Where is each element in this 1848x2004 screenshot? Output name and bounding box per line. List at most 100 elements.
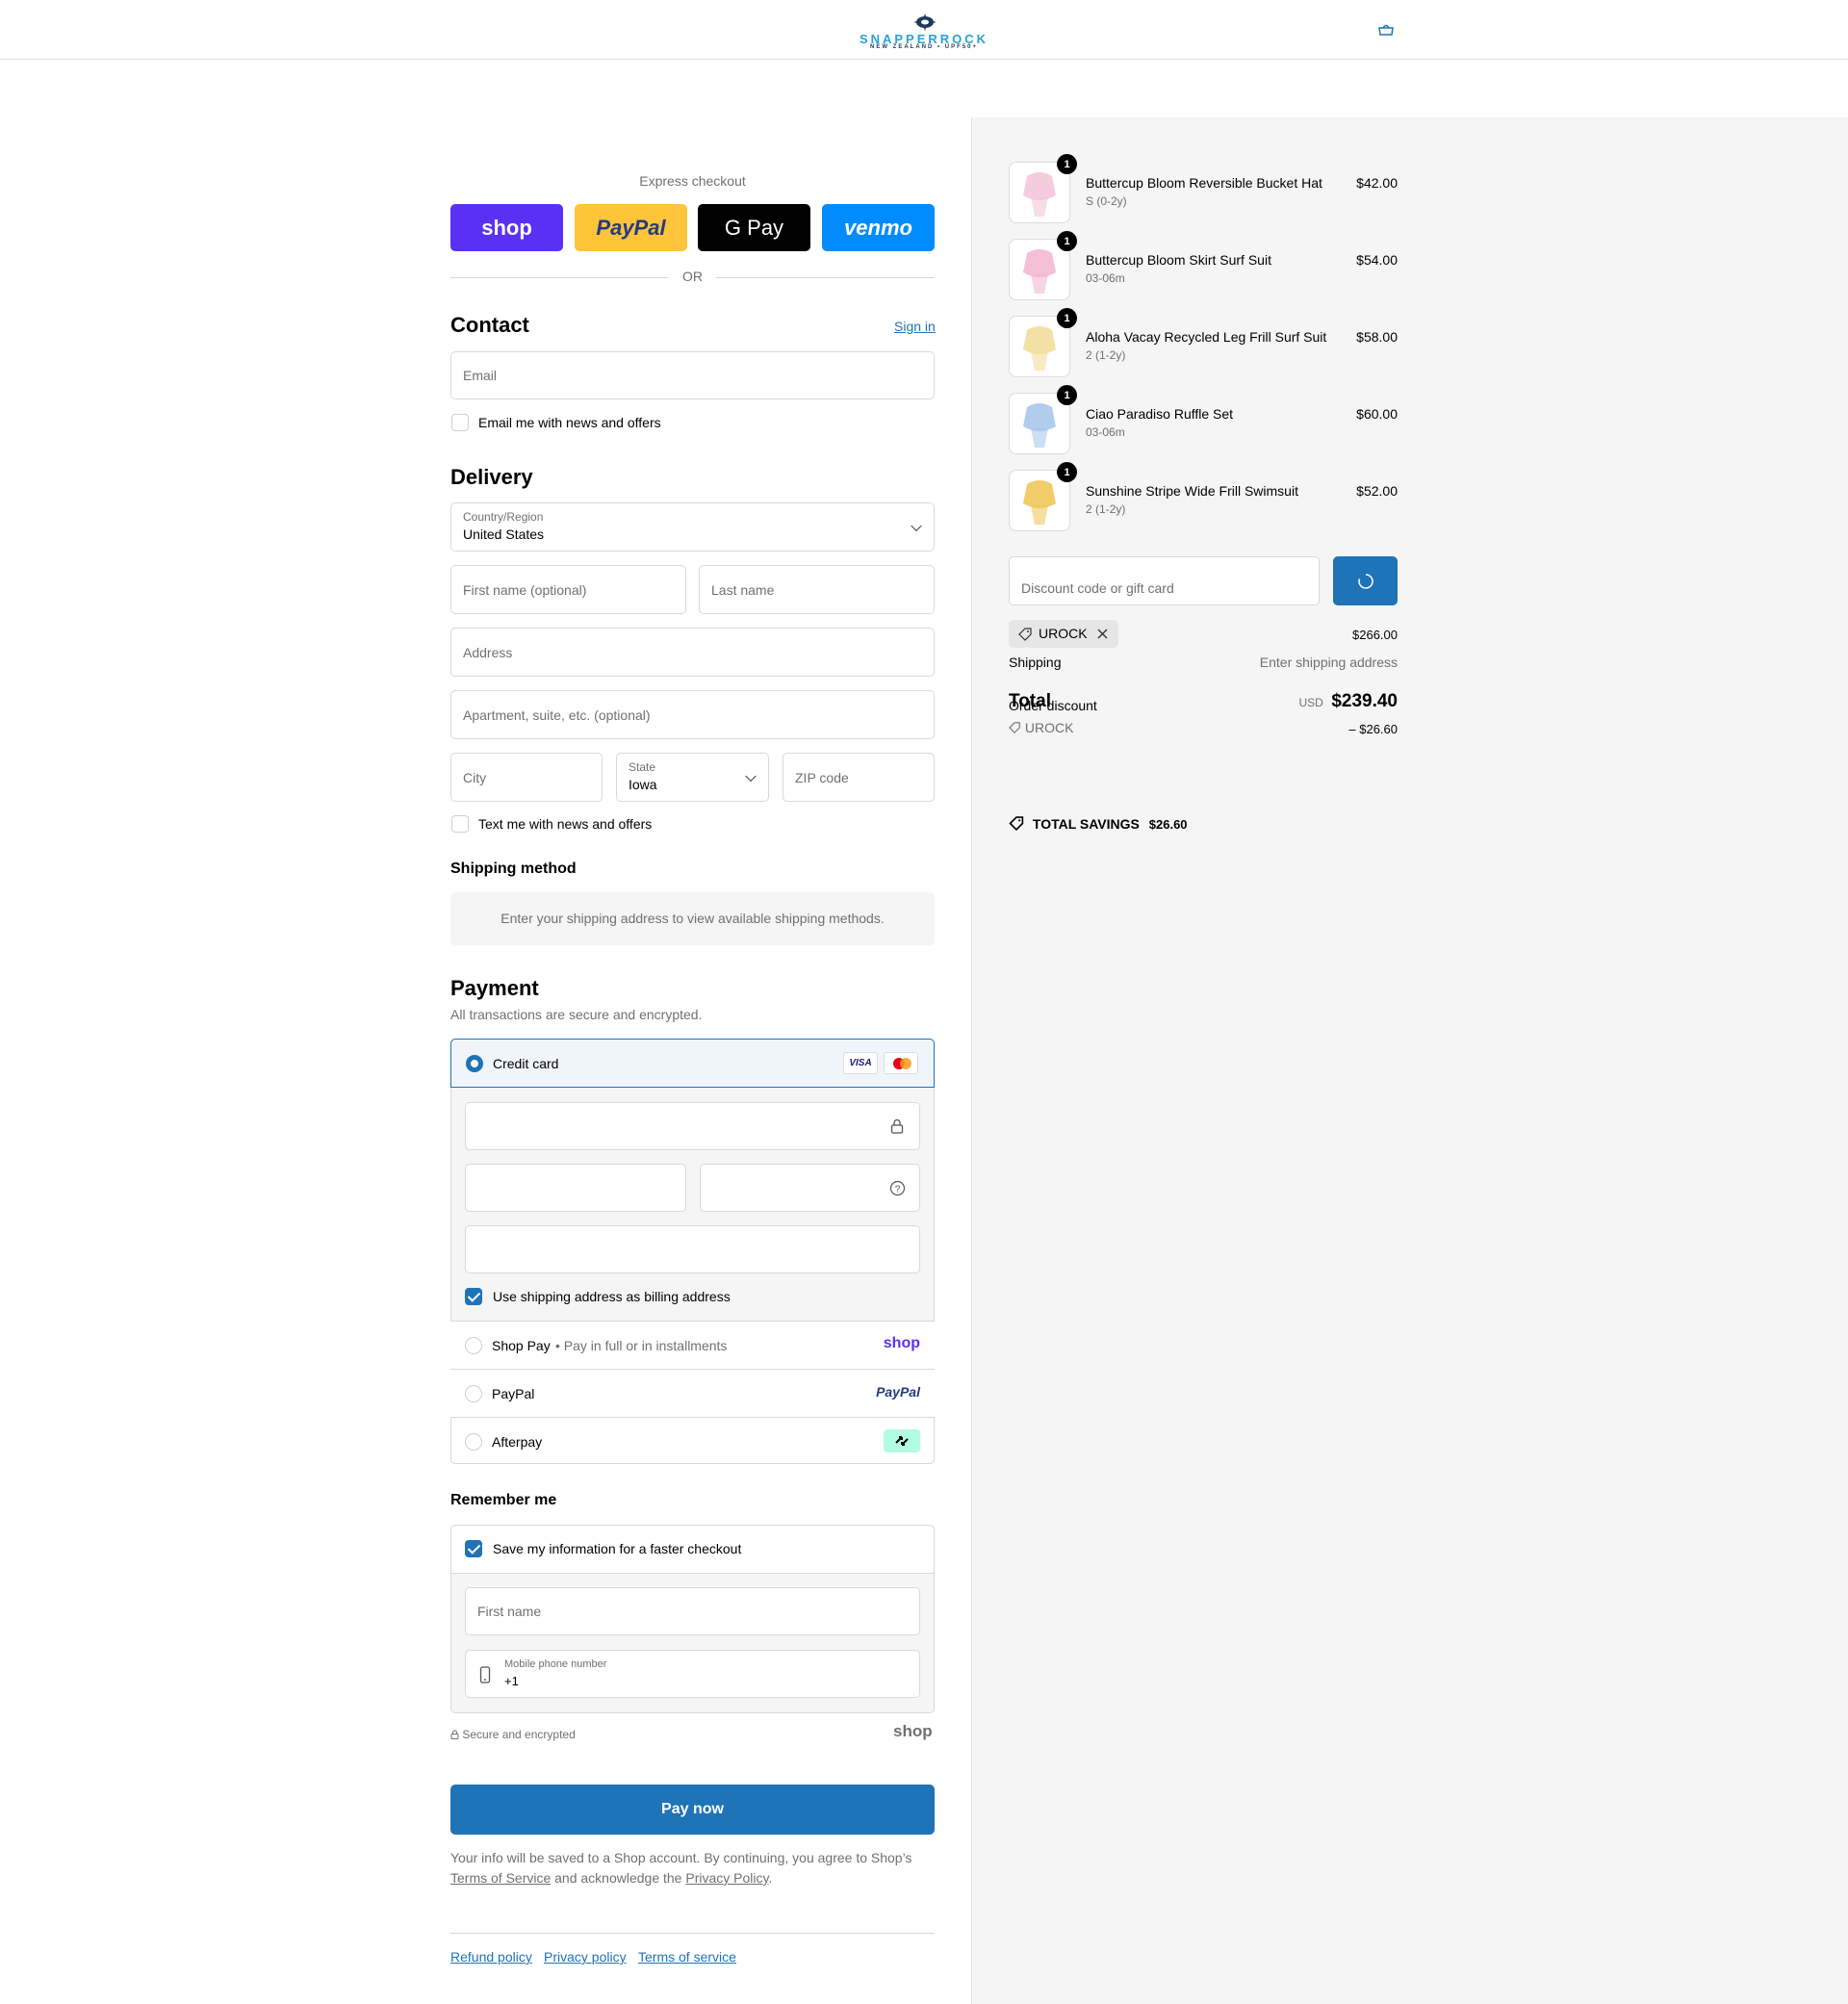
product-name: Sunshine Stripe Wide Frill Swimsuit — [1086, 483, 1298, 499]
total-label: Total — [1009, 691, 1051, 711]
product-variant: 2 (1-2y) — [1086, 348, 1126, 362]
shop-pay-option[interactable]: Shop Pay • Pay in full or in installment… — [450, 1321, 935, 1369]
discount-amount: – $26.60 — [1348, 722, 1398, 736]
refund-policy-link[interactable]: Refund policy — [450, 1949, 532, 1965]
card-number-field[interactable] — [465, 1102, 920, 1150]
product-thumbnail: 1 — [1009, 154, 1077, 223]
shipping-label: Shipping — [1009, 655, 1062, 670]
shop-pay-radio[interactable] — [465, 1337, 482, 1354]
terms-of-service-footer-link[interactable]: Terms of service — [638, 1949, 736, 1965]
bag-icon[interactable] — [1377, 22, 1395, 38]
footer-divider — [450, 1933, 935, 1934]
apply-discount-button[interactable] — [1333, 556, 1398, 605]
product-variant: 2 (1-2y) — [1086, 502, 1126, 516]
product-price: $54.00 — [1356, 252, 1398, 268]
shop-pay-button[interactable]: shop — [450, 204, 563, 251]
shipping-method-notice: Enter your shipping address to view avai… — [450, 892, 935, 945]
text-news-checkbox[interactable] — [451, 815, 469, 833]
afterpay-logo — [884, 1429, 920, 1452]
visa-icon: VISA — [843, 1052, 878, 1074]
state-select[interactable]: State Iowa — [616, 753, 769, 802]
payment-heading: Payment — [450, 976, 539, 1000]
credit-card-radio[interactable] — [466, 1055, 483, 1072]
product-price: $52.00 — [1356, 483, 1398, 499]
city-field[interactable]: City — [450, 753, 603, 802]
privacy-policy-link[interactable]: Privacy Policy — [685, 1870, 768, 1886]
privacy-policy-footer-link[interactable]: Privacy policy — [544, 1949, 627, 1965]
tag-icon — [1018, 628, 1032, 641]
quantity-badge: 1 — [1057, 462, 1077, 482]
name-on-card-field[interactable] — [465, 1225, 920, 1273]
total-value: USD $239.40 — [1298, 691, 1398, 711]
discount-code-field[interactable]: Discount code or gift card — [1009, 556, 1320, 605]
address-field[interactable]: Address — [450, 628, 935, 677]
credit-card-label: Credit card — [493, 1056, 559, 1071]
product-price: $60.00 — [1356, 406, 1398, 422]
phone-icon — [479, 1666, 491, 1683]
brand-tagline: NEW ZEALAND • UPF50+ — [870, 44, 978, 50]
header: SNAPPERROCK NEW ZEALAND • UPF50+ — [0, 0, 1848, 60]
product-variant: S (0-2y) — [1086, 194, 1127, 208]
venmo-button[interactable]: venmo — [822, 204, 935, 251]
delivery-heading: Delivery — [450, 465, 533, 489]
security-code-field[interactable]: ? — [700, 1164, 920, 1212]
afterpay-arrows-icon — [895, 1436, 909, 1446]
shipping-method-heading: Shipping method — [450, 861, 577, 877]
sign-in-link[interactable]: Sign in — [894, 319, 936, 334]
secure-note: Secure and encrypted — [450, 1728, 576, 1741]
remember-first-name-field[interactable]: First name — [465, 1587, 920, 1635]
product-thumbnail: 1 — [1009, 308, 1077, 377]
lock-icon — [890, 1118, 904, 1134]
remember-me-heading: Remember me — [450, 1492, 557, 1508]
chevron-down-icon — [745, 770, 757, 782]
phone-field[interactable]: Mobile phone number +1 — [465, 1650, 920, 1698]
product-thumbnail: 1 — [1009, 231, 1077, 300]
credit-card-option[interactable]: Credit card VISA — [450, 1039, 935, 1088]
terms-of-service-link[interactable]: Terms of Service — [450, 1870, 551, 1886]
text-news-label: Text me with news and offers — [478, 816, 653, 832]
product-name: Aloha Vacay Recycled Leg Frill Surf Suit — [1086, 329, 1327, 345]
afterpay-radio[interactable] — [465, 1433, 482, 1451]
paypal-option[interactable]: PayPal PayPal — [450, 1369, 935, 1417]
billing-same-label: Use shipping address as billing address — [493, 1289, 731, 1304]
order-summary-panel — [971, 117, 1848, 2004]
divider — [450, 277, 669, 278]
discount-code-line: UROCK — [1009, 720, 1073, 735]
expiration-field[interactable] — [465, 1164, 686, 1212]
tag-icon — [1009, 816, 1024, 832]
help-icon: ? — [889, 1180, 906, 1196]
brand-logo[interactable]: SNAPPERROCK NEW ZEALAND • UPF50+ — [841, 12, 1007, 50]
email-news-checkbox[interactable] — [451, 414, 469, 431]
total-savings: TOTAL SAVINGS $26.60 — [1009, 816, 1188, 832]
apartment-field[interactable]: Apartment, suite, etc. (optional) — [450, 690, 935, 739]
sun-icon — [913, 13, 937, 31]
first-name-field[interactable]: First name (optional) — [450, 565, 686, 614]
google-pay-button[interactable]: G Pay — [698, 204, 810, 251]
paypal-radio[interactable] — [465, 1385, 482, 1402]
close-icon[interactable] — [1097, 629, 1108, 639]
shop-logo: shop — [893, 1722, 933, 1740]
email-field[interactable]: Email — [450, 351, 935, 399]
billing-same-checkbox[interactable] — [465, 1288, 482, 1305]
product-name: Ciao Paradiso Ruffle Set — [1086, 406, 1234, 422]
country-select[interactable]: Country/Region United States — [450, 502, 935, 552]
quantity-badge: 1 — [1057, 154, 1077, 174]
mastercard-icon — [884, 1052, 918, 1074]
quantity-badge: 1 — [1057, 308, 1077, 328]
shop-pay-label: Shop Pay — [492, 1338, 551, 1353]
product-price: $42.00 — [1356, 175, 1398, 191]
product-thumbnail: 1 — [1009, 385, 1077, 454]
last-name-field[interactable]: Last name — [699, 565, 935, 614]
product-variant: 03-06m — [1086, 271, 1125, 285]
product-name: Buttercup Bloom Skirt Surf Suit — [1086, 252, 1271, 268]
zip-field[interactable]: ZIP code — [783, 753, 935, 802]
spinner-icon — [1358, 574, 1373, 589]
quantity-badge: 1 — [1057, 385, 1077, 405]
pay-now-button[interactable]: Pay now — [450, 1785, 935, 1835]
save-info-checkbox[interactable] — [465, 1540, 482, 1557]
shipping-value: Enter shipping address — [1259, 655, 1398, 670]
contact-heading: Contact — [450, 313, 529, 337]
afterpay-option[interactable]: Afterpay — [450, 1417, 935, 1464]
afterpay-label: Afterpay — [492, 1434, 543, 1450]
paypal-button[interactable]: PayPal — [575, 204, 687, 251]
